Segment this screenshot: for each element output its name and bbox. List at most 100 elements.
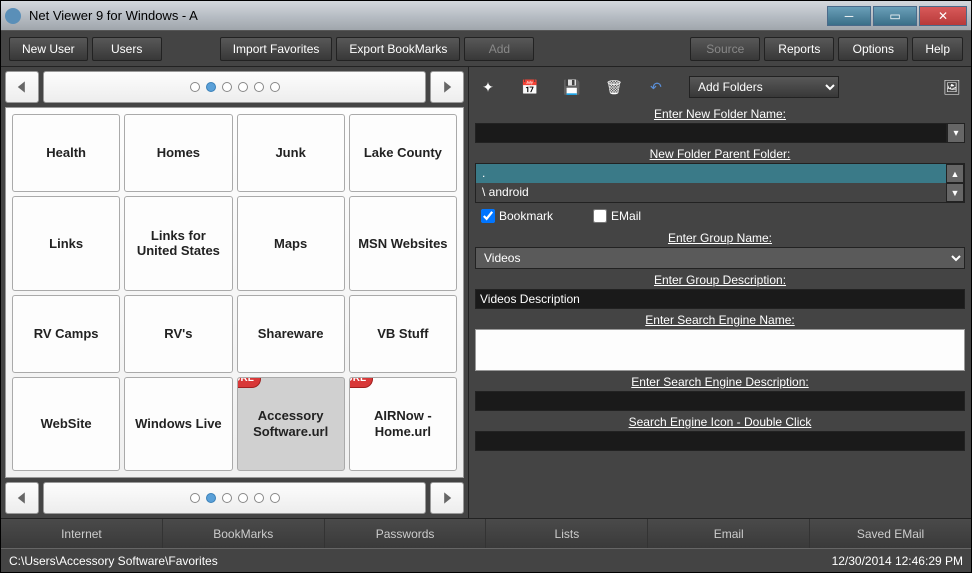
status-datetime: 12/30/2014 12:46:29 PM (832, 554, 963, 568)
tile-6[interactable]: Maps (237, 196, 345, 290)
tab-passwords[interactable]: Passwords (325, 519, 487, 548)
main-toolbar: New User Users Import Favorites Export B… (1, 31, 971, 67)
page-dot-1[interactable] (190, 493, 200, 503)
tile-9[interactable]: RV's (124, 295, 232, 373)
undo-icon[interactable]: ↶ (647, 78, 665, 96)
page-next-button-bottom[interactable] (430, 482, 464, 514)
window-title: Net Viewer 9 for Windows - A (27, 8, 827, 23)
bottom-tabs: InternetBookMarksPasswordsListsEmailSave… (1, 518, 971, 548)
tile-8[interactable]: RV Camps (12, 295, 120, 373)
tile-1[interactable]: Homes (124, 114, 232, 192)
add-folders-select[interactable]: Add Folders (689, 76, 839, 98)
left-panel: HealthHomesJunkLake County LinksLinks for… (1, 67, 469, 518)
minimize-button[interactable]: ─ (827, 6, 871, 26)
tile-12[interactable]: WebSite (12, 377, 120, 471)
email-checkbox-wrap[interactable]: EMail (593, 209, 641, 223)
picture-icon[interactable]: 🖼 (943, 78, 961, 96)
url-badge: .URL (237, 377, 261, 388)
source-button[interactable]: Source (690, 37, 760, 61)
parent-up-arrow[interactable]: ▲ (946, 164, 964, 183)
calendar-icon[interactable]: 📅 (521, 78, 539, 96)
bookmark-checkbox (481, 209, 495, 223)
new-folder-dropdown[interactable]: ▾ (947, 123, 965, 143)
tile-grid-container: HealthHomesJunkLake County LinksLinks for… (5, 107, 464, 478)
page-dots-bottom[interactable] (43, 482, 426, 514)
tile-4[interactable]: Links (12, 196, 120, 290)
add-button[interactable]: Add (464, 37, 534, 61)
page-dot-2[interactable] (206, 82, 216, 92)
help-button[interactable]: Help (912, 37, 963, 61)
reports-button[interactable]: Reports (764, 37, 834, 61)
status-path: C:\Users\Accessory Software\Favorites (9, 554, 218, 568)
search-desc-label: Enter Search Engine Description: (475, 375, 965, 389)
tile-14[interactable]: Accessory Software.url.URL (237, 377, 345, 471)
tab-email[interactable]: Email (648, 519, 810, 548)
page-dot-3[interactable] (222, 493, 232, 503)
export-bookmarks-button[interactable]: Export BookMarks (336, 37, 460, 61)
new-folder-input[interactable] (475, 123, 947, 143)
save-icon[interactable]: 💾 (563, 78, 581, 96)
parent-item-1[interactable]: \ android (476, 183, 946, 202)
tab-internet[interactable]: Internet (1, 519, 163, 548)
top-pager (1, 67, 468, 107)
page-dot-3[interactable] (222, 82, 232, 92)
tile-3[interactable]: Lake County (349, 114, 457, 192)
tool-icon-1[interactable]: ✦ (479, 78, 497, 96)
page-dot-6[interactable] (270, 82, 280, 92)
search-icon-label: Search Engine Icon - Double Click (475, 415, 965, 429)
bottom-pager (1, 478, 468, 518)
trash-icon[interactable]: 🗑 (605, 78, 623, 96)
page-dot-6[interactable] (270, 493, 280, 503)
parent-item-0[interactable]: . (476, 164, 946, 183)
group-name-select[interactable]: Videos (475, 247, 965, 269)
page-prev-button[interactable] (5, 71, 39, 103)
right-panel: ✦ 📅 💾 🗑 ↶ Add Folders 🖼 Enter New Folder… (469, 67, 971, 518)
tile-10[interactable]: Shareware (237, 295, 345, 373)
page-next-button[interactable] (430, 71, 464, 103)
page-dot-1[interactable] (190, 82, 200, 92)
search-name-label: Enter Search Engine Name: (475, 313, 965, 327)
email-checkbox (593, 209, 607, 223)
group-desc-label: Enter Group Description: (475, 273, 965, 287)
import-favorites-button[interactable]: Import Favorites (220, 37, 333, 61)
app-icon (5, 8, 21, 24)
page-dot-5[interactable] (254, 493, 264, 503)
page-dots-top[interactable] (43, 71, 426, 103)
parent-folder-list[interactable]: . ▲ \ android ▼ (475, 163, 965, 203)
search-name-input[interactable] (475, 329, 965, 371)
url-badge: .URL (349, 377, 373, 388)
app-window: Net Viewer 9 for Windows - A ─ ▭ ✕ New U… (0, 0, 972, 573)
tile-13[interactable]: Windows Live (124, 377, 232, 471)
tile-7[interactable]: MSN Websites (349, 196, 457, 290)
page-dot-5[interactable] (254, 82, 264, 92)
bookmark-checkbox-wrap[interactable]: Bookmark (481, 209, 553, 223)
new-user-button[interactable]: New User (9, 37, 88, 61)
parent-down-arrow[interactable]: ▼ (946, 183, 964, 202)
search-desc-input[interactable] (475, 391, 965, 411)
tile-grid: HealthHomesJunkLake County LinksLinks for… (12, 114, 457, 471)
maximize-button[interactable]: ▭ (873, 6, 917, 26)
group-desc-input[interactable]: Videos Description (475, 289, 965, 309)
tile-11[interactable]: VB Stuff (349, 295, 457, 373)
statusbar: C:\Users\Accessory Software\Favorites 12… (1, 548, 971, 572)
parent-folder-label: New Folder Parent Folder: (475, 147, 965, 161)
tile-0[interactable]: Health (12, 114, 120, 192)
page-dot-2[interactable] (206, 493, 216, 503)
tab-saved-email[interactable]: Saved EMail (810, 519, 971, 548)
new-folder-label: Enter New Folder Name: (475, 107, 965, 121)
titlebar: Net Viewer 9 for Windows - A ─ ▭ ✕ (1, 1, 971, 31)
page-dot-4[interactable] (238, 82, 248, 92)
options-button[interactable]: Options (838, 37, 908, 61)
tab-bookmarks[interactable]: BookMarks (163, 519, 325, 548)
tab-lists[interactable]: Lists (486, 519, 648, 548)
checkbox-row: Bookmark EMail (475, 205, 965, 227)
tile-5[interactable]: Links for United States (124, 196, 232, 290)
tile-15[interactable]: AIRNow - Home.url.URL (349, 377, 457, 471)
page-dot-4[interactable] (238, 493, 248, 503)
tile-2[interactable]: Junk (237, 114, 345, 192)
right-toolbar: ✦ 📅 💾 🗑 ↶ Add Folders 🖼 (475, 71, 965, 103)
page-prev-button-bottom[interactable] (5, 482, 39, 514)
close-button[interactable]: ✕ (919, 6, 967, 26)
search-icon-box[interactable] (475, 431, 965, 451)
users-button[interactable]: Users (92, 37, 162, 61)
